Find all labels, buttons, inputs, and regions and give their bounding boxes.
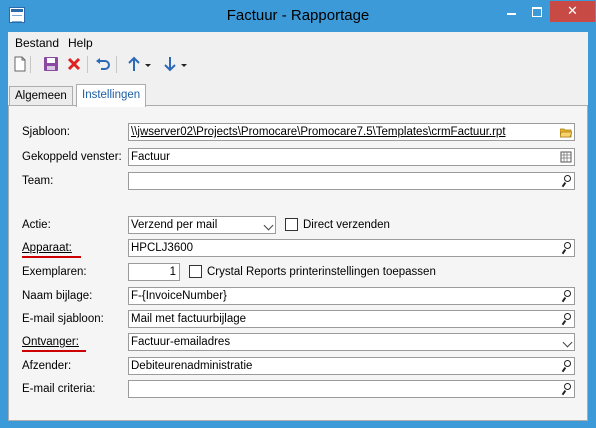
ontvanger-value: Factuur-emailadres (131, 336, 231, 348)
ontvanger-select[interactable]: Factuur-emailadres (128, 333, 575, 351)
minimize-icon (506, 12, 516, 15)
direct-verzenden-checkbox[interactable] (285, 218, 298, 231)
menu-bestand-label: Bestand (15, 36, 60, 50)
search-icon[interactable] (562, 383, 571, 395)
email-sjabloon-value: Mail met factuurbijlage (131, 313, 247, 325)
ontvanger-label-text: Ontvanger: (22, 336, 79, 348)
naam-bijlage-label: Naam bijlage: (22, 290, 93, 302)
title-bar[interactable]: Factuur - Rapportage ✕ (1, 1, 595, 32)
tab-instellingen[interactable]: Instellingen (76, 84, 147, 107)
afzender-label: Afzender: (22, 360, 72, 372)
gekoppeld-label: Gekoppeld venster: (22, 151, 122, 163)
email-sjabloon-field[interactable]: Mail met factuurbijlage (128, 310, 575, 328)
application-window: Factuur - Rapportage ✕ Bestand Help Alge… (0, 0, 596, 428)
apparaat-label-text: Apparaat: (22, 242, 72, 254)
maximize-button[interactable] (524, 1, 550, 22)
delete-icon[interactable] (65, 55, 83, 73)
up-dropdown-icon[interactable] (144, 55, 152, 73)
exemplaren-label: Exemplaren: (22, 266, 87, 278)
required-indicator (22, 350, 86, 352)
menu-bestand[interactable]: Bestand (15, 36, 59, 50)
chevron-down-icon (263, 220, 274, 231)
team-label: Team: (22, 175, 54, 187)
sjabloon-path[interactable]: \\jwserver02\Projects\Promocare\Promocar… (131, 126, 506, 138)
apparaat-label: Apparaat: (22, 242, 72, 254)
apparaat-value: HPCLJ3600 (131, 242, 194, 254)
actie-select[interactable]: Verzend per mail (128, 216, 276, 234)
menu-help-label: Help (68, 36, 93, 50)
undo-icon[interactable] (94, 55, 112, 73)
chevron-down-icon (562, 337, 573, 348)
crystal-reports-label: Crystal Reports printerinstellingen toep… (207, 266, 436, 278)
close-button[interactable]: ✕ (550, 1, 595, 22)
actie-value: Verzend per mail (131, 219, 218, 231)
afzender-value: Debiteurenadministratie (131, 360, 253, 372)
toolbar-separator (87, 56, 88, 73)
search-icon[interactable] (562, 360, 571, 372)
client-area: Bestand Help Algemeen Instellingen Sjabl… (8, 32, 588, 421)
afzender-field[interactable]: Debiteurenadministratie (128, 357, 575, 375)
tab-algemeen[interactable]: Algemeen (9, 86, 73, 106)
gekoppeld-field[interactable]: Factuur (128, 148, 575, 166)
toolbar-separator (116, 56, 117, 73)
arrow-down-icon[interactable] (161, 55, 179, 73)
toolbar-separator (30, 56, 31, 73)
folder-open-icon[interactable] (559, 126, 573, 138)
arrow-up-icon[interactable] (125, 55, 143, 73)
sjabloon-field[interactable]: \\jwserver02\Projects\Promocare\Promocar… (128, 123, 575, 141)
new-document-icon[interactable] (11, 55, 29, 73)
toolbar (8, 53, 588, 75)
sjabloon-label: Sjabloon: (22, 126, 70, 138)
team-field[interactable] (128, 172, 575, 190)
email-criteria-label: E-mail criteria: (22, 383, 96, 395)
down-dropdown-icon[interactable] (180, 55, 188, 73)
search-icon[interactable] (562, 175, 571, 187)
apparaat-field[interactable]: HPCLJ3600 (128, 239, 575, 257)
crystal-reports-checkbox[interactable] (189, 265, 202, 278)
gekoppeld-value: Factuur (131, 151, 170, 163)
actie-label: Actie: (22, 219, 51, 231)
direct-verzenden-label: Direct verzenden (303, 219, 390, 231)
search-icon[interactable] (562, 313, 571, 325)
tab-strip: Algemeen Instellingen (8, 84, 588, 107)
tab-algemeen-label: Algemeen (15, 90, 67, 102)
email-sjabloon-label: E-mail sjabloon: (22, 313, 104, 325)
required-indicator (22, 256, 81, 258)
menu-bar: Bestand Help (8, 32, 588, 52)
settings-panel: Sjabloon: \\jwserver02\Projects\Promocar… (8, 105, 588, 421)
save-icon[interactable] (42, 55, 60, 73)
maximize-icon (532, 6, 542, 17)
exemplaren-value: 1 (169, 266, 176, 278)
search-icon[interactable] (562, 290, 571, 302)
grid-icon[interactable] (560, 151, 572, 163)
menu-help[interactable]: Help (68, 36, 93, 50)
naam-bijlage-value: F-{InvoiceNumber} (131, 290, 227, 302)
ontvanger-label: Ontvanger: (22, 336, 79, 348)
naam-bijlage-field[interactable]: F-{InvoiceNumber} (128, 287, 575, 305)
tab-instellingen-label: Instellingen (82, 89, 141, 101)
search-icon[interactable] (562, 242, 571, 254)
email-criteria-field[interactable] (128, 380, 575, 398)
close-icon: ✕ (567, 3, 578, 18)
minimize-button[interactable] (498, 1, 524, 22)
exemplaren-field[interactable]: 1 (128, 263, 180, 281)
